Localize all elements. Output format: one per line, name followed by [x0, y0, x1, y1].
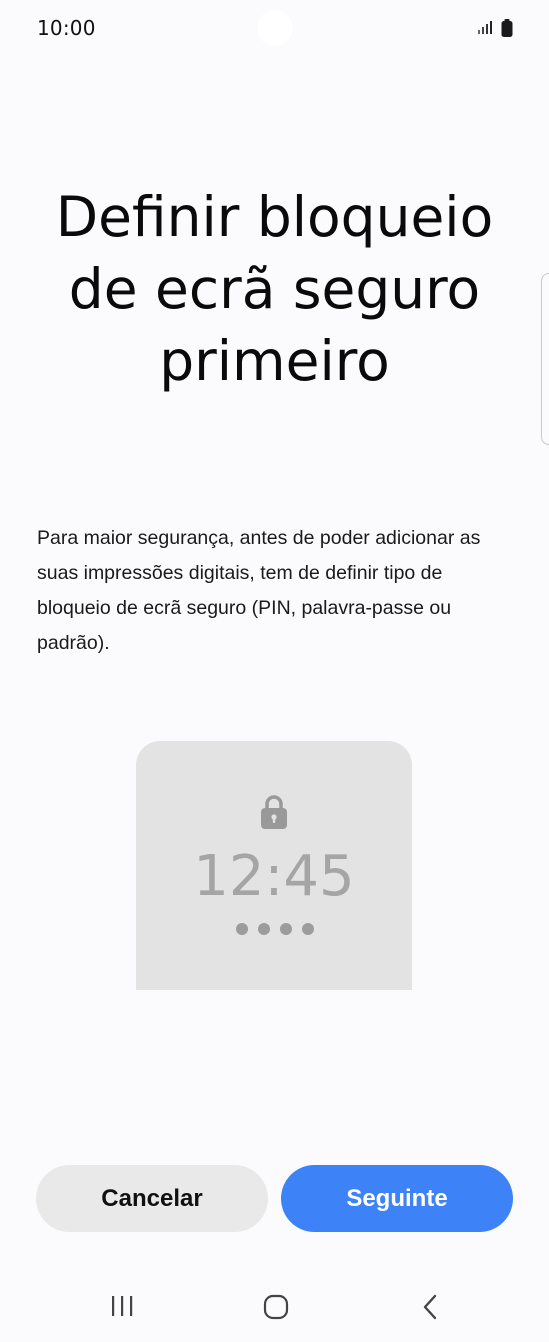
- camera-cutout: [257, 10, 293, 46]
- edge-panel-handle[interactable]: [541, 273, 549, 445]
- status-bar: 10:00: [0, 0, 549, 60]
- back-icon[interactable]: [421, 1293, 439, 1326]
- preview-clock: 12:45: [193, 844, 355, 909]
- home-icon[interactable]: [263, 1294, 289, 1325]
- navigation-bar: [0, 1270, 549, 1342]
- pin-dot: [258, 923, 270, 935]
- status-time: 10:00: [37, 16, 96, 40]
- page-title: Definir bloqueio de ecrã seguro primeiro: [55, 185, 494, 393]
- pin-dot: [280, 923, 292, 935]
- cancel-button[interactable]: Cancelar: [36, 1165, 268, 1232]
- padlock-icon: [260, 794, 288, 835]
- pin-dot: [236, 923, 248, 935]
- lockscreen-preview-image: 12:45: [136, 741, 412, 990]
- battery-icon: [501, 19, 513, 42]
- pin-dot: [302, 923, 314, 935]
- signal-bars-icon: [478, 20, 494, 39]
- recents-icon[interactable]: [108, 1294, 136, 1323]
- next-button[interactable]: Seguinte: [281, 1165, 513, 1232]
- page-description: Para maior segurança, antes de poder adi…: [37, 527, 481, 654]
- pin-dots: [236, 923, 314, 935]
